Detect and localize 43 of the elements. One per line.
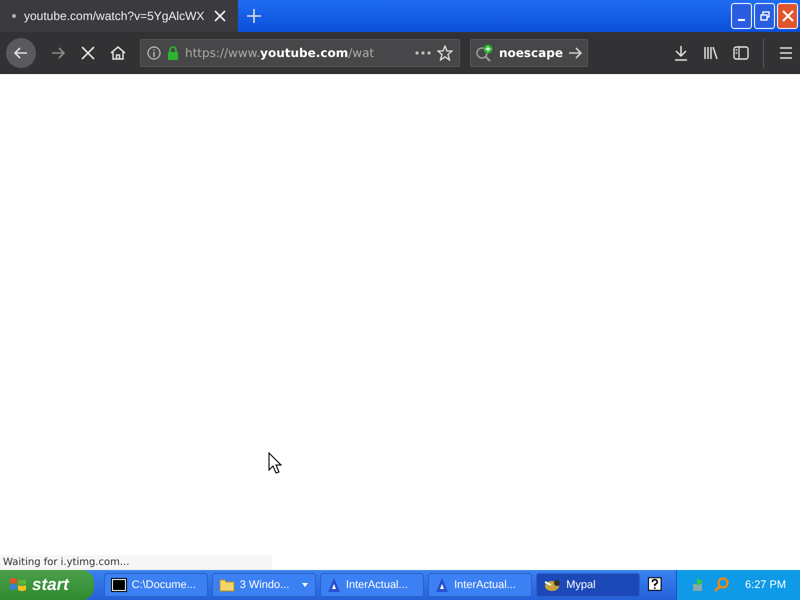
back-arrow-icon — [13, 44, 29, 60]
sidebar-icon[interactable] — [733, 46, 749, 60]
triangle-logo-icon — [326, 577, 341, 593]
taskbar-button[interactable]: 3 Windo... — [212, 573, 316, 597]
close-tab-icon[interactable] — [214, 10, 226, 22]
new-tab-icon[interactable] — [246, 8, 262, 24]
restore-button[interactable] — [754, 3, 775, 29]
url-text: https://www.youtube.com/wat — [185, 46, 376, 60]
go-arrow-icon[interactable] — [567, 44, 583, 60]
restore-icon — [760, 11, 770, 21]
minimize-icon — [738, 19, 745, 21]
address-bar[interactable]: https://www.youtube.com/wat — [140, 38, 460, 66]
tab-title: youtube.com/watch?v=5YgAlcWX — [24, 9, 206, 23]
more-icon[interactable] — [415, 50, 431, 54]
start-button[interactable]: start — [0, 570, 94, 600]
triangle-logo-icon — [435, 577, 450, 593]
home-icon[interactable] — [110, 44, 126, 60]
menu-icon[interactable] — [778, 46, 794, 60]
close-icon — [782, 10, 794, 22]
close-button[interactable] — [777, 3, 798, 29]
browser-tab[interactable]: youtube.com/watch?v=5YgAlcWX — [0, 0, 238, 32]
search-bar[interactable]: noescape — [470, 38, 588, 66]
library-icon[interactable] — [703, 44, 719, 60]
minimize-button[interactable] — [731, 3, 752, 29]
folder-icon — [218, 578, 235, 592]
stop-icon[interactable] — [80, 44, 96, 60]
clock: 6:27 PM — [745, 579, 786, 591]
status-text: Waiting for i.ytimg.com... — [0, 555, 272, 570]
windows-flag-icon — [8, 576, 28, 594]
help-icon[interactable] — [648, 577, 662, 593]
forward-icon[interactable] — [50, 44, 66, 60]
mouse-pointer-icon — [268, 452, 282, 474]
search-term: noescape — [498, 46, 563, 60]
back-button[interactable] — [6, 38, 36, 68]
search-add-icon — [475, 44, 495, 62]
star-icon[interactable] — [437, 44, 453, 60]
taskbar-button[interactable]: C:\Docume... — [104, 573, 208, 597]
taskbar-button[interactable]: Mypal — [536, 573, 640, 597]
taskbar-button[interactable]: InterActual... — [320, 573, 424, 597]
padlock-icon — [167, 46, 179, 60]
info-icon[interactable] — [147, 46, 161, 60]
download-icon[interactable] — [673, 44, 689, 60]
taskbar-button[interactable]: InterActual... — [428, 573, 532, 597]
